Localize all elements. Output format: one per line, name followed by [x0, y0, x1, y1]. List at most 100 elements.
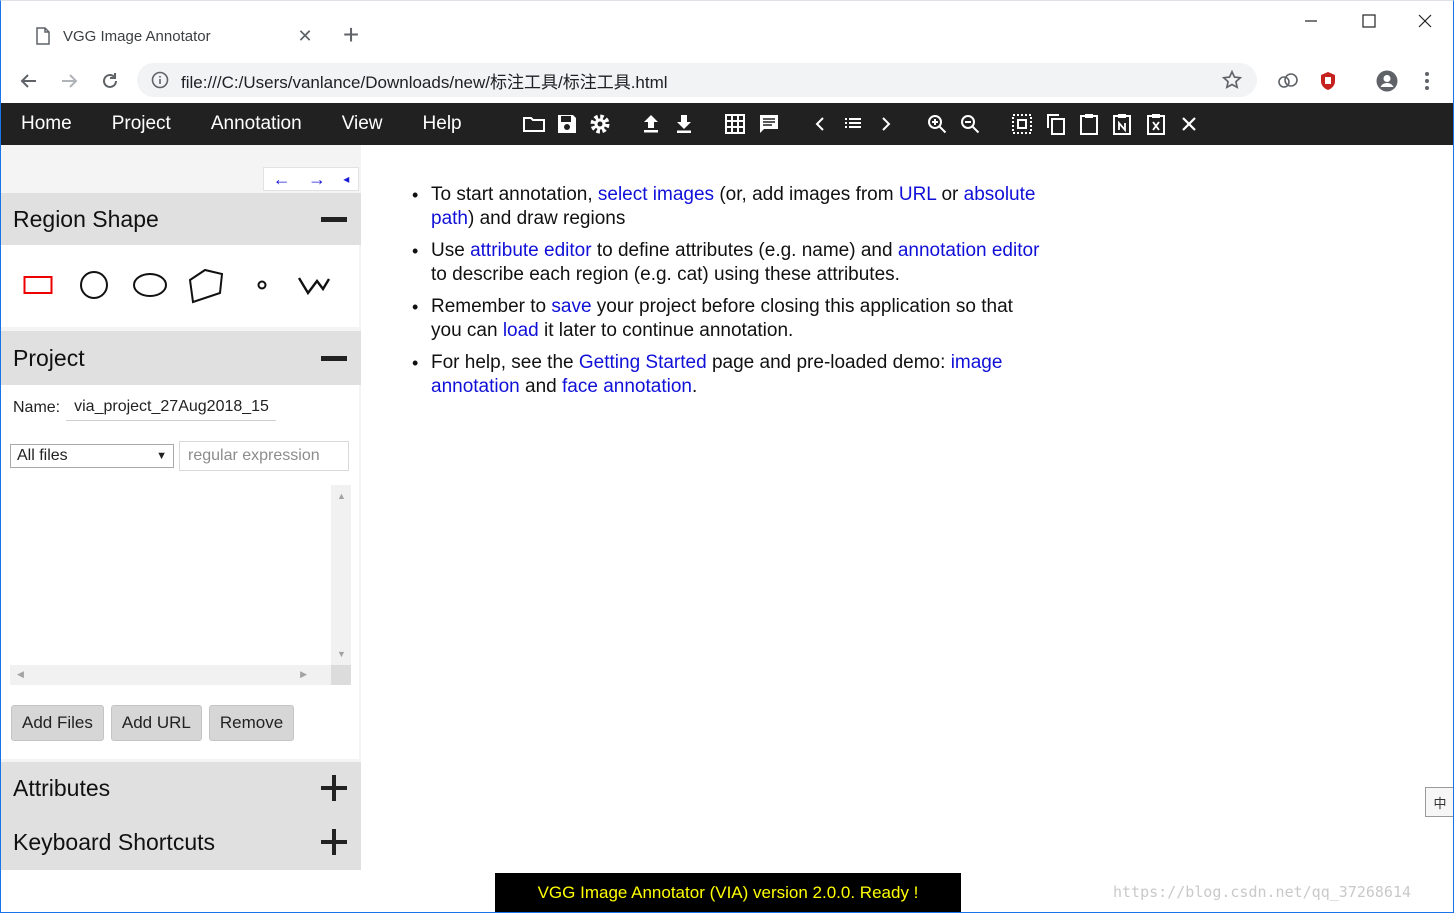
paste-icon[interactable]	[1076, 111, 1102, 137]
next-icon[interactable]	[873, 111, 899, 137]
project-header[interactable]: Project	[1, 331, 361, 385]
info-icon[interactable]	[151, 71, 169, 89]
scroll-down-arrow-icon[interactable]: ▼	[337, 649, 346, 659]
vertical-scrollbar[interactable]: ▲ ▼	[331, 485, 351, 665]
url-text[interactable]: file:///C:/Users/vanlance/Downloads/new/…	[181, 68, 1221, 93]
face-annotation-link[interactable]: face annotation	[562, 376, 692, 397]
window-close-icon[interactable]	[1397, 7, 1453, 35]
maximize-icon[interactable]	[1341, 7, 1397, 35]
file-list[interactable]: ▲ ▼ ◀ ▶	[10, 485, 351, 685]
close-icon[interactable]	[1176, 111, 1202, 137]
back-icon[interactable]	[15, 67, 43, 95]
instruction-text: it later to continue annotation.	[538, 320, 794, 341]
browser-tab[interactable]: VGG Image Annotator ✕	[17, 13, 325, 59]
status-message: VGG Image Annotator (VIA) version 2.0.0.…	[495, 873, 961, 912]
list-item: Use attribute editor to define attribute…	[412, 239, 1041, 287]
collapse-icon[interactable]	[321, 355, 347, 361]
minimize-icon[interactable]	[1283, 7, 1339, 35]
remove-button[interactable]: Remove	[208, 705, 295, 741]
scroll-right-arrow-icon[interactable]: ▶	[300, 669, 307, 680]
copy-icon[interactable]	[1043, 111, 1069, 137]
save-link[interactable]: save	[551, 296, 591, 317]
menu-home[interactable]: Home	[1, 103, 92, 145]
download-icon[interactable]	[671, 111, 697, 137]
panel-shrink-left-arrow[interactable]: ←	[273, 169, 291, 190]
instruction-text: Remember to	[431, 296, 552, 317]
shield-icon[interactable]	[1315, 68, 1341, 94]
instruction-text: and	[519, 376, 563, 397]
expand-plus-icon[interactable]	[321, 775, 347, 801]
url-link[interactable]: URL	[899, 184, 936, 205]
select-all-icon[interactable]	[1009, 111, 1035, 137]
account-icon[interactable]	[1374, 68, 1400, 94]
file-filter-select[interactable]: All files ▼	[10, 444, 174, 468]
extension-cloud-icon[interactable]	[1275, 68, 1301, 94]
menu-kebab-icon[interactable]	[1414, 68, 1440, 94]
instruction-text: ) and draw regions	[467, 208, 626, 229]
panel-hide-arrow[interactable]: ◂	[343, 172, 349, 186]
reload-icon[interactable]	[96, 67, 124, 95]
horizontal-scrollbar[interactable]: ◀ ▶	[10, 665, 331, 685]
forward-icon[interactable]	[55, 67, 83, 95]
circle-shape-icon[interactable]	[72, 263, 116, 307]
attribute-editor-link[interactable]: attribute editor	[470, 240, 591, 261]
rectangle-shape-icon[interactable]	[16, 263, 60, 307]
menu-view[interactable]: View	[322, 103, 403, 145]
instruction-text: .	[691, 376, 698, 397]
paste-n-icon[interactable]	[1109, 111, 1135, 137]
project-name-input[interactable]: via_project_27Aug2018_15	[66, 395, 277, 421]
select-images-link[interactable]: select images	[598, 184, 714, 205]
keyboard-shortcuts-title: Keyboard Shortcuts	[13, 828, 216, 855]
menu-help[interactable]: Help	[403, 103, 482, 145]
scrollbar-corner	[331, 665, 351, 685]
collapse-icon[interactable]	[321, 216, 347, 222]
panel-nav: ← → ◂	[263, 167, 359, 191]
ime-indicator[interactable]: 中	[1425, 787, 1453, 817]
file-filter-selected: All files	[17, 447, 68, 464]
browser-window: VGG Image Annotator ✕ + file:///C:/Users…	[0, 0, 1454, 913]
menu-project[interactable]: Project	[92, 103, 191, 145]
getting-started-content: To start annotation, select images (or, …	[412, 183, 1041, 407]
attributes-header[interactable]: Attributes	[1, 762, 361, 814]
new-tab-icon[interactable]: +	[337, 19, 365, 50]
panel-expand-right-arrow[interactable]: →	[308, 169, 326, 190]
ellipse-shape-icon[interactable]	[128, 263, 172, 307]
point-shape-icon[interactable]	[240, 263, 284, 307]
add-files-button[interactable]: Add Files	[11, 705, 104, 741]
folder-open-icon[interactable]	[521, 111, 547, 137]
scroll-left-arrow-icon[interactable]: ◀	[17, 669, 24, 680]
list-icon[interactable]	[840, 111, 866, 137]
keyboard-shortcuts-header[interactable]: Keyboard Shortcuts	[1, 814, 361, 870]
save-icon[interactable]	[554, 111, 580, 137]
expand-plus-icon[interactable]	[321, 829, 347, 855]
document-icon	[36, 27, 50, 45]
tab-close-icon[interactable]: ✕	[293, 24, 317, 48]
load-link[interactable]: load	[503, 320, 539, 341]
address-bar[interactable]: file:///C:/Users/vanlance/Downloads/new/…	[137, 63, 1257, 97]
region-shape-title: Region Shape	[13, 205, 159, 232]
instruction-text: (or, add images from	[714, 184, 899, 205]
settings-icon[interactable]	[587, 111, 613, 137]
bookmark-star-icon[interactable]	[1221, 69, 1243, 91]
regex-filter-input[interactable]: regular expression	[179, 441, 349, 471]
menu-annotation[interactable]: Annotation	[191, 103, 322, 145]
add-url-button[interactable]: Add URL	[110, 705, 202, 741]
region-shape-list	[1, 245, 359, 327]
zoom-out-icon[interactable]	[957, 111, 983, 137]
getting-started-link[interactable]: Getting Started	[579, 352, 707, 373]
paste-x-icon[interactable]	[1143, 111, 1169, 137]
comment-icon[interactable]	[756, 111, 782, 137]
zoom-in-icon[interactable]	[924, 111, 950, 137]
grid-view-icon[interactable]	[722, 111, 748, 137]
annotation-editor-link[interactable]: annotation editor	[898, 240, 1040, 261]
polyline-shape-icon[interactable]	[292, 263, 336, 307]
attributes-title: Attributes	[13, 774, 111, 801]
upload-icon[interactable]	[638, 111, 664, 137]
instruction-text: or	[936, 184, 964, 205]
polygon-shape-icon[interactable]	[184, 263, 228, 307]
region-shape-header[interactable]: Region Shape	[1, 193, 361, 245]
tab-title: VGG Image Annotator	[63, 27, 211, 45]
scroll-up-arrow-icon[interactable]: ▲	[337, 491, 346, 501]
prev-icon[interactable]	[807, 111, 833, 137]
instruction-text: Use	[431, 240, 471, 261]
